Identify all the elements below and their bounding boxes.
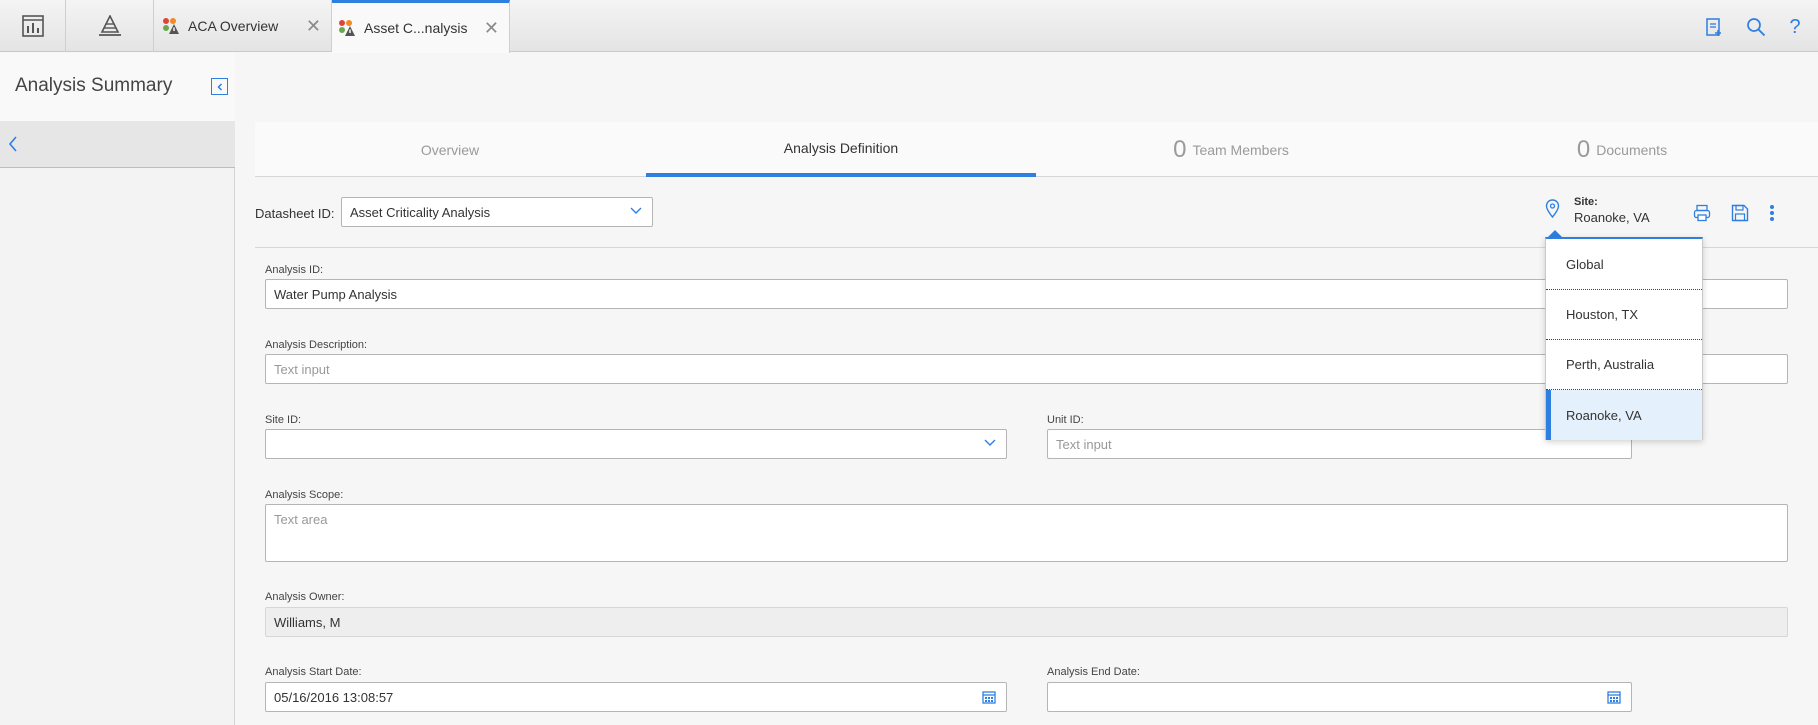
site-dropdown: Global Houston, TX Perth, Australia Roan… — [1545, 237, 1703, 440]
more-options-button[interactable] — [1769, 204, 1783, 224]
tab-label: ACA Overview — [188, 18, 279, 34]
help-button[interactable]: ? — [1782, 14, 1808, 40]
start-date-label: Analysis Start Date: — [265, 666, 362, 678]
aca-app-icon — [339, 20, 355, 36]
chevron-down-icon — [984, 439, 996, 446]
more-vertical-icon — [1770, 205, 1774, 221]
unit-id-placeholder: Text input — [1056, 436, 1112, 452]
tab-label: Asset C...nalysis — [364, 20, 468, 36]
analysis-description-placeholder: Text input — [274, 361, 330, 377]
strategy-button[interactable] — [66, 0, 154, 52]
help-icon: ? — [1789, 15, 1801, 38]
end-date-field[interactable] — [1047, 682, 1632, 712]
tab-label: Documents — [1596, 141, 1668, 158]
close-icon[interactable]: ✕ — [306, 17, 321, 35]
analysis-id-value: Water Pump Analysis — [274, 286, 398, 302]
pyramid-icon — [98, 15, 121, 36]
analysis-scope-textarea[interactable]: Text area — [265, 504, 1788, 562]
tab-analysis-definition[interactable]: Analysis Definition — [646, 122, 1036, 177]
left-panel-header: Analysis Summary — [0, 53, 235, 121]
print-button[interactable] — [1693, 204, 1713, 224]
site-value: Roanoke, VA — [1574, 210, 1650, 225]
panel-title: Analysis Summary — [15, 75, 173, 96]
tab-label: Analysis Definition — [783, 139, 899, 156]
tab-overview[interactable]: Overview — [255, 122, 645, 177]
site-selector[interactable]: Site: Roanoke, VA — [1545, 194, 1655, 230]
tab-team-members[interactable]: 0 Team Members — [1036, 122, 1426, 177]
aca-app-icon — [163, 18, 179, 34]
tab-label: Team Members — [1192, 141, 1289, 158]
printer-icon — [1693, 204, 1711, 222]
site-id-label: Site ID: — [265, 414, 302, 426]
search-icon — [1747, 18, 1766, 37]
analysis-description-label: Analysis Description: — [265, 339, 368, 351]
datasheet-value: Asset Criticality Analysis — [350, 204, 491, 220]
analysis-owner-field: Williams, M — [265, 607, 1788, 637]
save-icon — [1731, 204, 1749, 222]
close-icon[interactable]: ✕ — [484, 19, 499, 37]
analysis-scope-label: Analysis Scope: — [265, 489, 344, 501]
analysis-owner-value: Williams, M — [274, 614, 341, 630]
left-panel-nav — [0, 121, 235, 168]
analysis-id-label: Analysis ID: — [265, 264, 324, 276]
location-pin-icon — [1545, 199, 1560, 219]
chevron-left-icon — [216, 82, 222, 91]
start-date-field[interactable]: 05/16/2016 13:08:57 — [265, 682, 1007, 712]
new-record-button[interactable] — [1701, 14, 1727, 40]
tab-label: Overview — [420, 141, 480, 158]
dashboard-button[interactable] — [0, 0, 66, 52]
calendar-icon[interactable] — [1607, 690, 1621, 704]
left-panel: Analysis Summary — [0, 53, 235, 725]
team-members-count: 0 — [1173, 135, 1187, 163]
chevron-down-icon — [630, 207, 642, 214]
search-button[interactable] — [1743, 14, 1769, 40]
save-button[interactable] — [1731, 204, 1751, 224]
site-option-perth[interactable]: Perth, Australia — [1546, 339, 1702, 389]
start-date-value: 05/16/2016 13:08:57 — [274, 689, 394, 705]
site-option-houston[interactable]: Houston, TX — [1546, 289, 1702, 339]
unit-id-label: Unit ID: — [1047, 414, 1084, 426]
datasheet-select[interactable]: Asset Criticality Analysis — [341, 197, 653, 227]
tab-documents[interactable]: 0 Documents — [1427, 122, 1817, 177]
end-date-label: Analysis End Date: — [1047, 666, 1140, 678]
collapse-panel-button[interactable] — [211, 78, 228, 95]
site-option-roanoke[interactable]: Roanoke, VA — [1546, 390, 1702, 440]
tab-aca-overview[interactable]: ACA Overview ✕ — [154, 0, 332, 52]
analysis-tabs: Overview Analysis Definition 0 Team Memb… — [255, 122, 1818, 177]
calendar-icon[interactable] — [982, 690, 996, 704]
datasheet-label: Datasheet ID: — [255, 206, 335, 221]
dashboard-icon — [21, 15, 44, 37]
site-id-select[interactable] — [265, 429, 1007, 459]
analysis-scope-placeholder: Text area — [274, 512, 328, 527]
site-option-global[interactable]: Global — [1546, 239, 1702, 289]
site-label: Site: — [1574, 196, 1598, 208]
back-icon[interactable] — [8, 136, 18, 152]
clipboard-add-icon — [1706, 18, 1721, 36]
top-bar: ACA Overview ✕ Asset C...nalysis ✕ ? — [0, 0, 1818, 53]
tab-asset-criticality-analysis[interactable]: Asset C...nalysis ✕ — [332, 0, 510, 53]
documents-count: 0 — [1576, 135, 1591, 163]
analysis-owner-label: Analysis Owner: — [265, 591, 345, 603]
